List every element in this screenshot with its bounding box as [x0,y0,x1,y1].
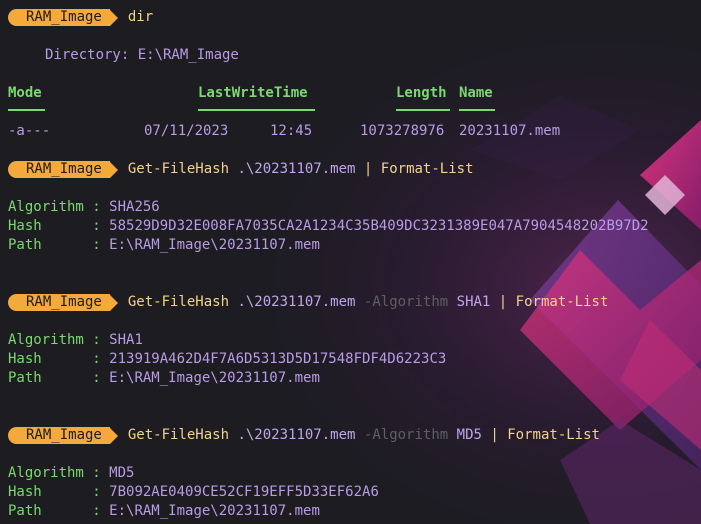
command-cmdlet: Get-FileHash [127,161,230,177]
file-length: 1073278976 [360,123,445,139]
prompt-line-3: RAM_Image Get-FileHash .\20231107.mem -A… [8,293,608,312]
prompt-path-badge: RAM_Image [8,294,110,311]
terminal-window[interactable]: RAM_Image dir Directory: E:\RAM_Image Mo… [0,0,701,524]
command-parameter-value: SHA1 [456,294,491,310]
result-hash-row: Hash : 213919A462D4F7A6D5313D5D17548FDF4… [8,350,446,369]
prompt-arrow-icon [109,294,118,311]
pipe-symbol: | [498,294,508,310]
command-parameter: -Algorithm [363,294,449,310]
pipe-symbol: | [363,161,373,177]
command-cmdlet: Get-FileHash [127,294,230,310]
underline-lastwritetime [198,109,315,111]
algorithm-label: Algorithm : [8,199,101,215]
hash-value: 213919A462D4F7A6D5313D5D17548FDF4D6223C3 [109,351,447,367]
path-value: E:\RAM_Image\20231107.mem [109,503,320,519]
command-text: dir [127,9,154,25]
prompt-line-2: RAM_Image Get-FileHash .\20231107.mem | … [8,160,474,179]
command-argument: .\20231107.mem [237,294,356,310]
prompt-path-badge: RAM_Image [8,9,110,26]
algorithm-value: SHA1 [109,332,143,348]
terminal-content: RAM_Image dir Directory: E:\RAM_Image Mo… [0,0,701,524]
command-argument: .\20231107.mem [237,427,356,443]
prompt-line-1: RAM_Image dir [8,8,153,27]
hash-label: Hash : [8,484,101,500]
prompt-path-badge: RAM_Image [8,427,110,444]
command-format: Format-List [380,161,474,177]
command-argument: .\20231107.mem [237,161,356,177]
prompt-line-4: RAM_Image Get-FileHash .\20231107.mem -A… [8,426,600,445]
underline-name [459,109,495,111]
column-header-length: Length [396,85,447,101]
file-mode: -a--- [8,123,51,139]
column-header-name: Name [459,85,493,101]
path-label: Path : [8,370,101,386]
algorithm-label: Algorithm : [8,332,101,348]
hash-value: 58529D9D32E008FA7035CA2A1234C35B409DC323… [109,218,649,234]
result-algorithm-row: Algorithm : SHA256 [8,198,160,217]
column-header-lastwritetime: LastWriteTime [198,85,308,101]
file-name: 20231107.mem [459,123,561,139]
command-parameter-value: MD5 [456,427,482,443]
result-path-row: Path : E:\RAM_Image\20231107.mem [8,236,320,255]
path-value: E:\RAM_Image\20231107.mem [109,237,320,253]
result-hash-row: Hash : 7B092AE0409CE52CF19EFF5D33EF62A6 [8,483,379,502]
command-format: Format-List [507,427,600,443]
result-hash-row: Hash : 58529D9D32E008FA7035CA2A1234C35B4… [8,217,649,236]
directory-label: Directory: E:\RAM_Image [45,47,239,63]
algorithm-value: MD5 [109,465,135,481]
file-date: 07/11/2023 [144,123,229,139]
hash-value: 7B092AE0409CE52CF19EFF5D33EF62A6 [109,484,379,500]
prompt-arrow-icon [109,427,118,444]
result-path-row: Path : E:\RAM_Image\20231107.mem [8,369,320,388]
command-cmdlet: Get-FileHash [127,427,230,443]
path-value: E:\RAM_Image\20231107.mem [109,370,320,386]
result-algorithm-row: Algorithm : MD5 [8,464,134,483]
command-parameter: -Algorithm [363,427,449,443]
path-label: Path : [8,237,101,253]
result-algorithm-row: Algorithm : SHA1 [8,331,143,350]
column-header-mode: Mode [8,85,42,101]
prompt-path-badge: RAM_Image [8,161,110,178]
prompt-arrow-icon [109,9,118,26]
command-format: Format-List [515,294,609,310]
result-path-row: Path : E:\RAM_Image\20231107.mem [8,502,320,521]
underline-mode [8,109,45,111]
hash-label: Hash : [8,218,101,234]
prompt-arrow-icon [109,161,118,178]
algorithm-value: SHA256 [109,199,160,215]
hash-label: Hash : [8,351,101,367]
path-label: Path : [8,503,101,519]
file-time: 12:45 [270,123,313,139]
pipe-symbol: | [490,427,499,443]
underline-length [396,109,450,111]
algorithm-label: Algorithm : [8,465,101,481]
